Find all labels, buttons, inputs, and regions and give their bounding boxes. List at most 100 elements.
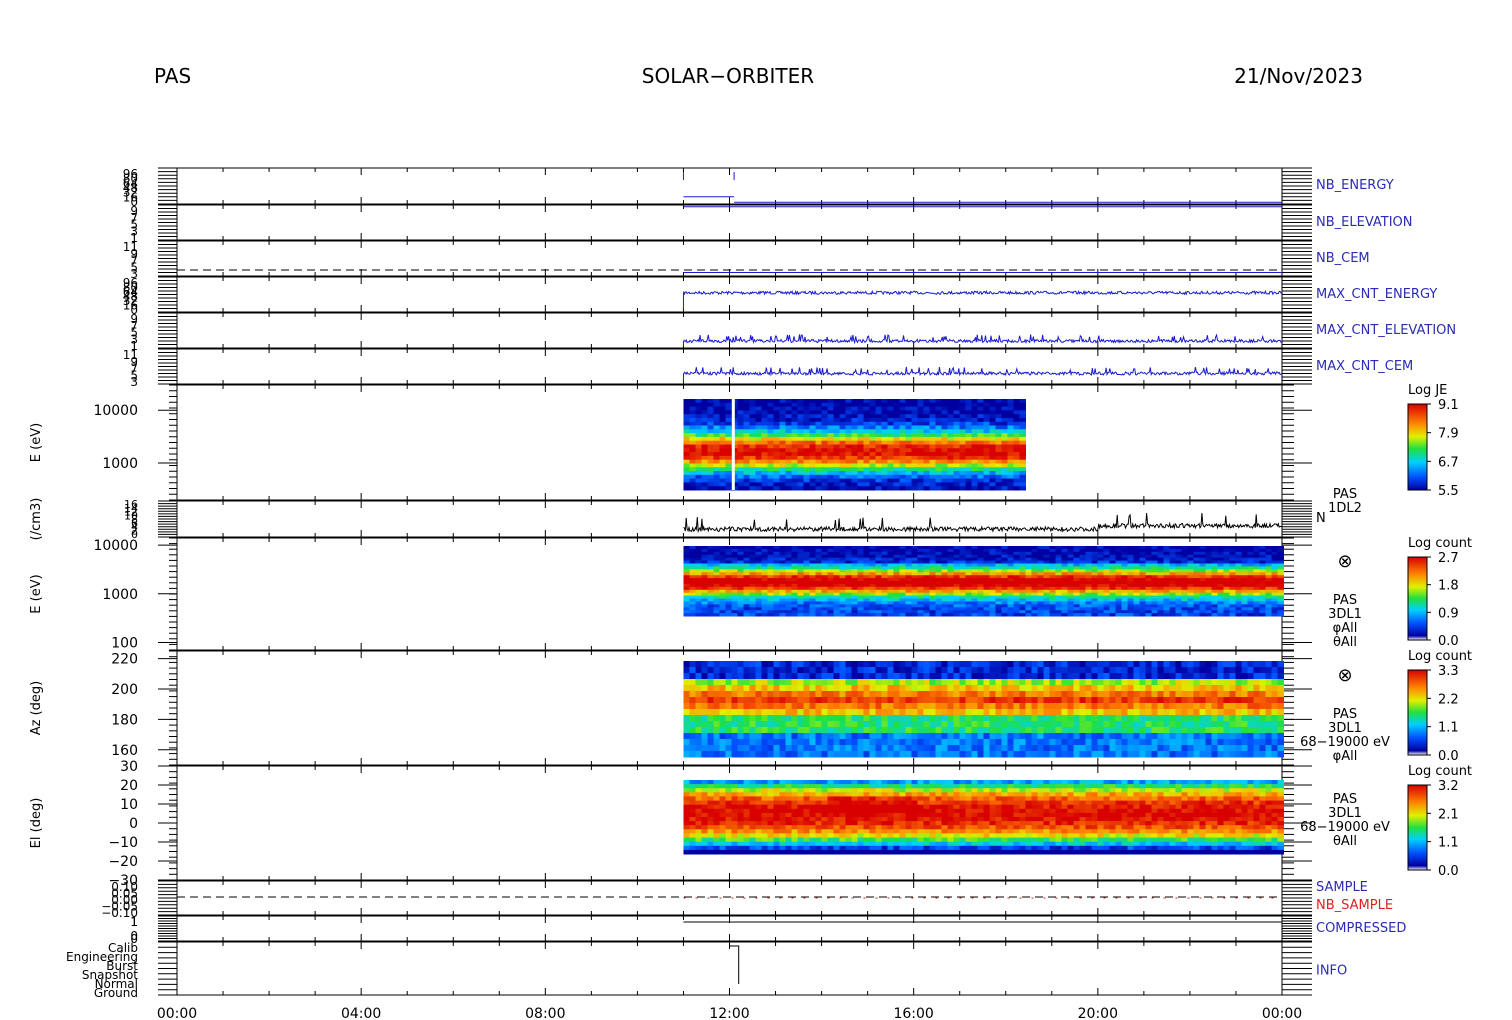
l1-energy-cell (1139, 548, 1146, 553)
l1-energy-cell (1235, 572, 1242, 576)
l1-energy-cell (971, 604, 978, 608)
l1-energy-cell (725, 554, 732, 559)
l2-energy-colorbar-title: Log JE (1408, 383, 1447, 398)
l1-energy-cell (1121, 610, 1128, 614)
l2-energy-cell (893, 478, 900, 483)
l1-energy-cell (881, 548, 888, 553)
l1-energy-cell (785, 607, 792, 611)
l2-energy-cell (1007, 471, 1014, 476)
l1-energy-cell (1271, 575, 1278, 579)
l1-energy-cell (779, 583, 786, 588)
l2-energy-cell (713, 478, 720, 483)
l1-energy-cell (869, 546, 876, 550)
l2-energy-cell (863, 478, 870, 483)
l2-energy-cell (977, 482, 984, 487)
l1-energy-cell (1175, 578, 1182, 582)
l1-energy-cell (1187, 578, 1194, 582)
l2-energy-cell (887, 425, 894, 430)
l1-azimuth-cell (695, 733, 702, 740)
l1-azimuth-cell (773, 739, 780, 746)
l2-energy-cell (899, 459, 906, 464)
l1-azimuth-cell (731, 697, 738, 704)
l1-azimuth-cell (707, 661, 714, 668)
l1-energy-cell (1253, 546, 1260, 550)
l2-energy-cell (935, 436, 942, 442)
l1-energy-cell (689, 610, 696, 614)
l2-energy-cell (959, 433, 966, 438)
l1-energy-cell (1049, 613, 1056, 617)
l1-energy-cell (713, 575, 720, 579)
l1-energy-cell (701, 548, 708, 553)
l1-energy-cell (1223, 560, 1230, 564)
l2-energy-cell (749, 402, 756, 408)
l1-azimuth-cell (761, 685, 768, 692)
l1-energy-cell (1031, 560, 1038, 564)
l2-energy-cell (881, 414, 888, 419)
l1-energy-cell (941, 578, 948, 582)
l2-energy-cell (983, 452, 990, 457)
l2-energy-cell (749, 429, 756, 434)
l1-energy-cell (689, 546, 696, 550)
l2-energy-cell (1001, 402, 1008, 408)
l2-energy-cell (1019, 444, 1026, 449)
l2-energy-cell (875, 410, 882, 415)
l1-energy-cell (791, 581, 798, 585)
l1-energy-cell (1205, 578, 1212, 582)
l1-energy-cell (965, 610, 972, 614)
l1-energy-cell (1109, 566, 1116, 570)
l1-energy-cell (863, 583, 870, 588)
l1-energy-cell (1109, 581, 1116, 585)
l1-energy-cell (1157, 610, 1164, 614)
l1-energy-cell (887, 604, 894, 608)
l1-energy-cell (899, 551, 906, 556)
l2-energy-cell (839, 402, 846, 408)
l1-energy-cell (1115, 607, 1122, 611)
l2-energy-cell (701, 471, 708, 476)
l2-energy-cell (683, 486, 690, 491)
l2-energy-cell (695, 452, 702, 457)
l1-energy-cell (1133, 569, 1140, 573)
l1-azimuth-cell (767, 667, 774, 674)
l1-azimuth-cell (737, 721, 744, 728)
l2-energy-cell (857, 478, 864, 483)
l1-energy-cell (983, 572, 990, 576)
l1-energy-cell (1205, 589, 1212, 594)
l2-energy-cell (911, 486, 918, 491)
l2-energy-cell (719, 471, 726, 476)
l1-energy-cell (719, 586, 726, 591)
l1-energy-cell (779, 589, 786, 594)
l1-energy-cell (1211, 607, 1218, 611)
l1-energy-cell (971, 583, 978, 588)
l1-energy-cell (761, 592, 768, 597)
l1-energy-cell (1193, 613, 1200, 617)
l1-energy-cell (761, 613, 768, 617)
l1-energy-cell (881, 598, 888, 602)
l1-energy-cell (1001, 546, 1008, 550)
l1-energy-cell (1037, 575, 1044, 579)
l2-energy-cell (857, 455, 864, 461)
l1-energy-cell (791, 610, 798, 614)
l1-energy-cell (1181, 575, 1188, 579)
l1-azimuth-cell (737, 661, 744, 668)
l1-energy-cell (1163, 607, 1170, 611)
l1-energy-cell (803, 586, 810, 591)
l2-energy-cell (977, 440, 984, 445)
l1-energy-cell (1205, 604, 1212, 608)
l1-energy-cell (1157, 589, 1164, 594)
l1-energy-cell (1187, 598, 1194, 602)
l2-energy-cell (725, 406, 732, 411)
l1-energy-cell (1187, 575, 1194, 579)
l1-energy-cell (815, 586, 822, 591)
l2-energy-cell (707, 474, 714, 480)
l1-azimuth-cell (707, 745, 714, 752)
l1-energy-cell (1247, 610, 1254, 614)
l2-energy-cell (695, 478, 702, 483)
l1-energy-cell (1043, 546, 1050, 550)
l2-energy-cell (905, 425, 912, 430)
l1-azimuth-cell (683, 667, 690, 674)
l2-energy-cell (851, 406, 858, 411)
l1-energy-cell (701, 595, 708, 599)
l2-energy-cell (899, 455, 906, 461)
l2-energy-cell (809, 452, 816, 457)
l2-energy-cell (803, 418, 810, 423)
